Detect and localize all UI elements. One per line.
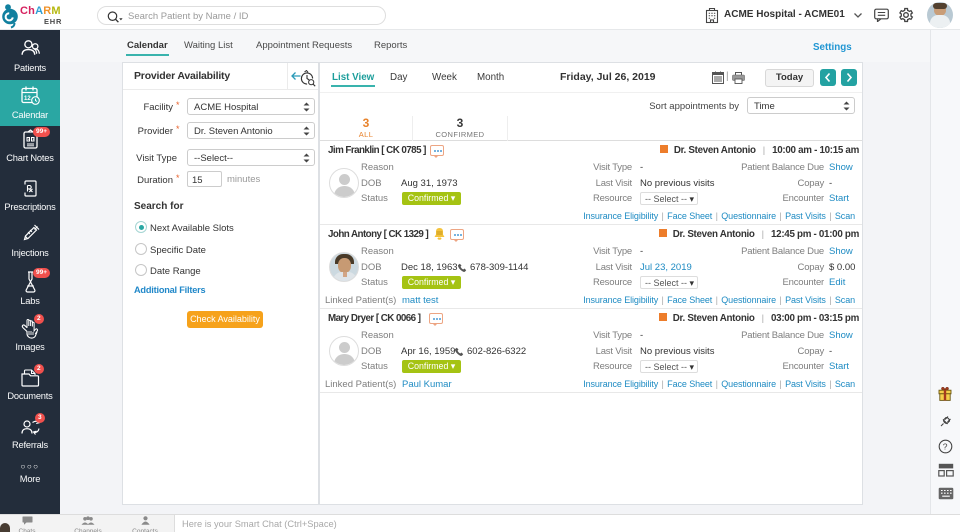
svg-text:?: ? [943, 442, 948, 452]
svg-text:12: 12 [24, 96, 31, 102]
